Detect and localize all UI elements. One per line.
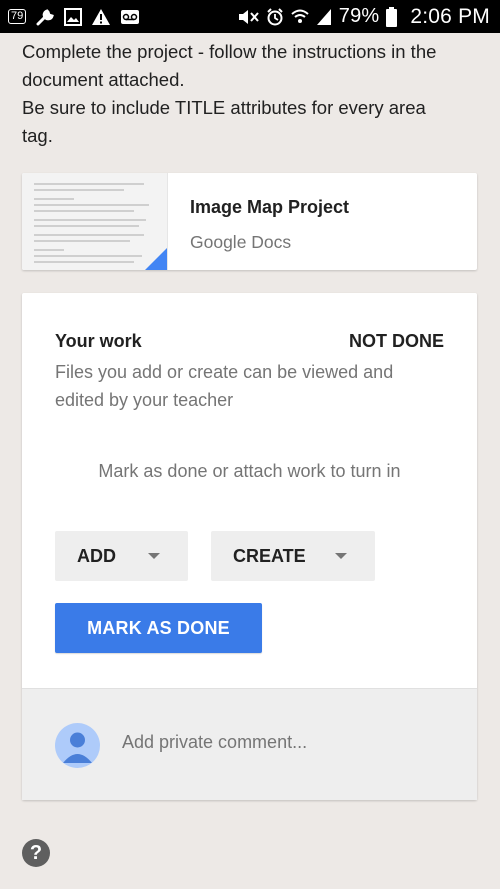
instructions-line: Be sure to include TITLE attributes for … (22, 97, 426, 118)
status-bar-right: 79% 2:06 PM (237, 5, 490, 29)
signal-icon (316, 8, 332, 26)
alarm-icon (266, 7, 284, 26)
create-button[interactable]: CREATE (211, 531, 375, 581)
attachment-title: Image Map Project (190, 197, 350, 217)
add-button[interactable]: ADD (55, 531, 188, 581)
help-icon[interactable]: ? (22, 839, 50, 867)
battery-percent: 79% (338, 5, 380, 27)
private-comment-section (22, 688, 477, 800)
instructions-line: document attached. (22, 69, 185, 90)
work-header: Your work NOT DONE (55, 331, 444, 352)
instructions-line: Complete the project - follow the instru… (22, 41, 437, 62)
notification-badge: 79 (8, 9, 27, 24)
assignment-instructions: Complete the project - follow the instru… (22, 38, 482, 150)
work-description: Files you add or create can be viewed an… (55, 362, 394, 410)
avatar (55, 723, 100, 768)
attachment-info: Image Map Project Google Docs (168, 173, 349, 270)
turn-in-hint: Mark as done or attach work to turn in (98, 461, 401, 481)
image-icon (64, 7, 83, 26)
private-comment-input[interactable] (122, 732, 442, 753)
google-docs-corner-icon (145, 248, 167, 270)
instructions-line: tag. (22, 125, 53, 146)
mute-icon (237, 8, 259, 26)
your-work-card: Your work NOT DONE Files you add or crea… (22, 293, 477, 800)
create-button-label: CREATE (233, 545, 306, 566)
status-bar: 79 79% 2:06 PM (0, 0, 500, 33)
dropdown-arrow-icon (335, 553, 347, 559)
work-heading: Your work (55, 331, 142, 351)
wifi-icon (291, 8, 309, 26)
attachment-source: Google Docs (190, 232, 292, 252)
work-status: NOT DONE (348, 331, 444, 351)
voicemail-icon (120, 9, 140, 25)
warning-icon (91, 8, 111, 26)
status-bar-left: 79 (8, 7, 140, 26)
clock: 2:06 PM (410, 4, 490, 28)
attachment-card[interactable]: Image Map Project Google Docs (22, 173, 477, 270)
wrench-icon (35, 8, 55, 26)
battery-icon (386, 6, 398, 27)
document-thumbnail (22, 173, 168, 270)
dropdown-arrow-icon (148, 553, 160, 559)
add-button-label: ADD (77, 545, 116, 566)
mark-as-done-button[interactable]: MARK AS DONE (55, 603, 262, 653)
